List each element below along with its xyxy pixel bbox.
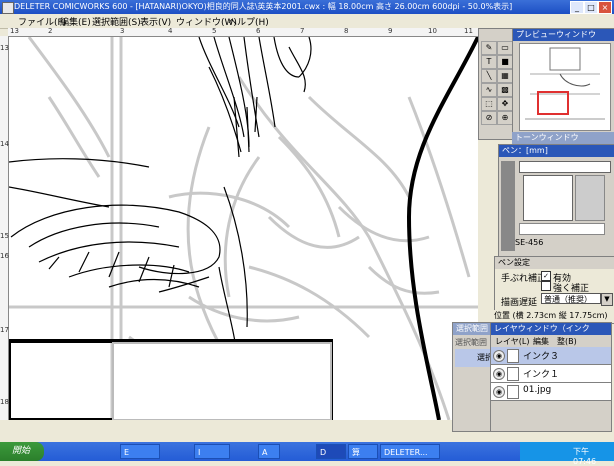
tone-tool-icon[interactable]: ▦ [497, 69, 513, 83]
layer-thumbnail [507, 385, 519, 399]
taskbar-button[interactable]: A [258, 444, 280, 459]
ruler-label: 16 [0, 252, 9, 260]
manga-sketch [9, 37, 478, 420]
preview-thumbnail[interactable] [519, 43, 611, 131]
ruler-label: 11 [464, 27, 473, 35]
delay-select[interactable]: 普通（推奨） [541, 293, 601, 304]
taskbar-button[interactable]: I [194, 444, 230, 459]
ruler-label: 7 [300, 27, 305, 35]
ruler-label: 13 [10, 27, 19, 35]
taskbar-button[interactable]: D [316, 444, 346, 459]
ruler-label: 6 [256, 27, 261, 35]
window-title: DELETER COMICWORKS 600 - [HATANARI)OKYO)… [14, 2, 513, 11]
layer-menu[interactable]: レイヤ(L) [495, 336, 529, 347]
taskbar-button[interactable]: DELETER... [380, 444, 440, 459]
selection-tab[interactable]: 選択範囲 [455, 337, 487, 348]
arrange-menu[interactable]: 整(B) [557, 336, 577, 347]
ruler-label: 8 [344, 27, 349, 35]
pen-settings-title: ペン設定 [495, 257, 614, 269]
preview-title: プレビューウィンドウ [513, 29, 614, 41]
pen-preview [523, 175, 573, 221]
ruler-label: 17 [0, 326, 9, 334]
menu-view[interactable]: 表示(V) [140, 15, 171, 28]
ruler-label: 15 [0, 232, 9, 240]
app-icon [2, 2, 14, 14]
taskbar-button[interactable]: 算 [348, 444, 378, 459]
tool-palette: ✎ ▭ T ■ ╲ ▦ ∿ ▩ ⬚ ✥ ⊘ ⊕ [478, 28, 514, 140]
delay-label: 描画遅延 [501, 298, 538, 308]
selection-row[interactable]: 選択 [455, 349, 493, 367]
fill-tool-icon[interactable]: ■ [497, 55, 513, 69]
delay-select-value: 普通（推奨） [544, 295, 592, 304]
curve-tool-icon[interactable]: ∿ [481, 83, 497, 97]
grid-tool-icon[interactable]: ▩ [497, 83, 513, 97]
pen-size-slider[interactable] [519, 161, 611, 173]
pen-shape-list[interactable] [575, 175, 605, 221]
ruler-label: 18 [0, 398, 9, 406]
edit-menu[interactable]: 編集 [533, 336, 549, 347]
menu-file[interactable]: ファイル(F) [18, 15, 66, 28]
eraser-tool-icon[interactable]: ▭ [497, 41, 513, 55]
drawing-canvas[interactable] [9, 37, 478, 420]
stabilizer-label: 手ぶれ補正 [501, 274, 547, 284]
pen-list[interactable] [501, 161, 515, 251]
pen-tool-icon[interactable]: ✎ [481, 41, 497, 55]
pen-panel-title: ペン：[mm] [499, 145, 614, 157]
maximize-button[interactable]: □ [584, 1, 598, 14]
pen-panel: ペン：[mm] SE-456 [498, 144, 614, 258]
layer-window: レイヤウィンドウ（インク レイヤ(L) 編集 整(B) ◉ インク３ ◉ インク… [490, 322, 612, 432]
tone-window-title[interactable]: トーンウィンドウ [512, 132, 614, 144]
minimize-button[interactable]: _ [570, 1, 584, 14]
chevron-down-icon[interactable]: ▼ [601, 293, 613, 306]
start-button[interactable]: 開始 [0, 442, 44, 461]
start-label: 開始 [12, 446, 31, 456]
ruler-label: 13 [0, 44, 9, 52]
menu-edit[interactable]: 編集(E) [60, 15, 91, 28]
layer-row[interactable]: ◉ インク１ [491, 365, 611, 383]
layer-name: 01.jpg [523, 385, 552, 395]
menu-help[interactable]: ヘルプ(H) [228, 15, 269, 28]
eye-icon[interactable]: ◉ [493, 368, 505, 380]
layer-row[interactable]: ◉ 01.jpg [491, 383, 611, 401]
layer-thumbnail [507, 349, 519, 363]
layer-thumbnail [507, 367, 519, 381]
title-bar: DELETER COMICWORKS 600 - [HATANARI)OKYO)… [0, 0, 614, 14]
ruler-label: 14 [0, 140, 9, 148]
eye-icon[interactable]: ◉ [493, 386, 505, 398]
clock: 下午 07:46 [573, 447, 597, 466]
ruler-label: 5 [212, 27, 217, 35]
zoom-tool-icon[interactable]: ⊕ [497, 111, 513, 125]
ruler-label: 10 [428, 27, 437, 35]
layer-window-title: レイヤウィンドウ（インク [491, 323, 611, 335]
position-text: 位置 (横 2.73cm 縦 17.75cm) [494, 311, 608, 320]
ruler-label: 9 [388, 27, 393, 35]
marquee-tool-icon[interactable]: ⬚ [481, 97, 497, 111]
ruler-label: 3 [120, 27, 125, 35]
vertical-ruler: 13 14 15 16 17 18 [0, 36, 9, 420]
ruler-label: 4 [168, 27, 173, 35]
dropper-tool-icon[interactable]: ⊘ [481, 111, 497, 125]
close-button[interactable]: × [598, 1, 612, 14]
strong-correction-checkbox[interactable] [541, 281, 551, 291]
line-tool-icon[interactable]: ╲ [481, 69, 497, 83]
eye-icon[interactable]: ◉ [493, 350, 505, 362]
taskbar-button[interactable]: E [120, 444, 160, 459]
horizontal-ruler: 13 2 3 4 5 6 7 8 9 10 11 [8, 27, 478, 37]
text-tool-icon[interactable]: T [481, 55, 497, 69]
move-tool-icon[interactable]: ✥ [497, 97, 513, 111]
layer-row[interactable]: ◉ インク３ [491, 347, 611, 365]
layer-name: インク３ [523, 352, 560, 362]
selection-window-title: 選択範囲 [453, 323, 495, 335]
layer-name: インク１ [523, 370, 560, 380]
pen-name-label: SE-456 [515, 238, 544, 247]
menu-selection[interactable]: 選択範囲(S) [92, 15, 141, 28]
menu-bar: ファイル(F) 編集(E) 選択範囲(S) 表示(V) ウィンドウ(W) ヘルプ… [0, 14, 614, 29]
preview-window: プレビューウィンドウ [512, 28, 614, 134]
cursor-position-status: 位置 (横 2.73cm 縦 17.75cm) [494, 310, 614, 322]
stabilizer-checkbox[interactable]: ✓ [541, 271, 551, 281]
pen-pressure-slider[interactable] [519, 223, 605, 235]
ruler-label: 2 [48, 27, 53, 35]
